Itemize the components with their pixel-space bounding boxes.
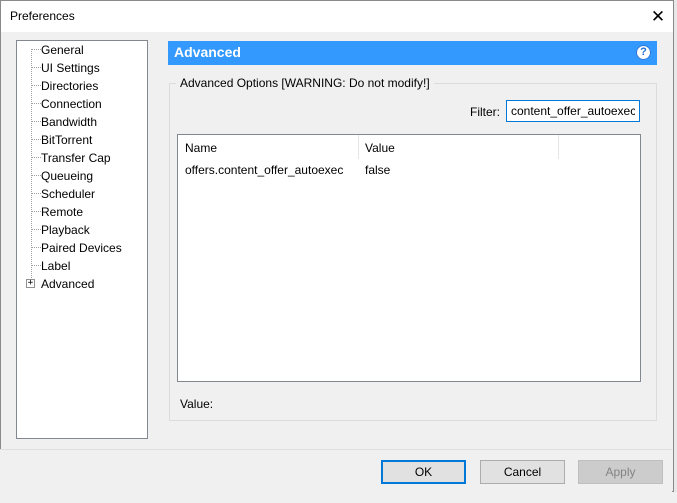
tree-connector [31, 157, 41, 158]
tree-connector [31, 193, 41, 194]
filter-label: Filter: [470, 105, 500, 119]
tree-connector [31, 85, 41, 86]
table-row[interactable]: offers.content_offer_autoexec false [178, 159, 640, 179]
tree-item-remote[interactable]: Remote [41, 203, 83, 221]
tree-connector [31, 175, 41, 176]
tree-connector [31, 247, 41, 248]
panel-title: Advanced [174, 44, 241, 60]
tree-item-playback[interactable]: Playback [41, 221, 90, 239]
column-separator[interactable] [558, 135, 559, 159]
apply-button[interactable]: Apply [578, 460, 663, 484]
tree-item-queueing[interactable]: Queueing [41, 167, 93, 185]
column-separator[interactable] [358, 135, 359, 159]
preferences-tree[interactable]: General UI Settings Directories Connecti… [16, 40, 148, 439]
tree-connector [31, 67, 41, 68]
group-label: Advanced Options [WARNING: Do not modify… [176, 76, 434, 90]
tree-item-paired-devices[interactable]: Paired Devices [41, 239, 122, 257]
tree-connector [31, 49, 41, 50]
value-label: Value: [180, 397, 214, 411]
column-header-value[interactable]: Value [365, 141, 395, 159]
tree-item-advanced[interactable]: Advanced [41, 275, 94, 293]
dialog-footer [0, 449, 672, 492]
tree-connector [31, 265, 41, 266]
tree-item-ui-settings[interactable]: UI Settings [41, 59, 100, 77]
tree-connector [31, 139, 41, 140]
cancel-button[interactable]: Cancel [480, 460, 565, 484]
tree-item-transfer-cap[interactable]: Transfer Cap [41, 149, 111, 167]
window-title: Preferences [10, 9, 75, 23]
close-icon: ✕ [650, 6, 666, 26]
plus-expander-icon[interactable]: + [26, 279, 35, 288]
row-value-cell: false [365, 163, 391, 177]
tree-item-bandwidth[interactable]: Bandwidth [41, 113, 97, 131]
panel-header: Advanced ? [168, 41, 657, 65]
help-icon[interactable]: ? [636, 45, 651, 60]
tree-item-directories[interactable]: Directories [41, 77, 98, 95]
tree-connector [31, 103, 41, 104]
ok-button[interactable]: OK [381, 460, 466, 484]
tree-item-bittorrent[interactable]: BitTorrent [41, 131, 92, 149]
tree-item-scheduler[interactable]: Scheduler [41, 185, 95, 203]
tree-connector [31, 121, 41, 122]
tree-connector [31, 211, 41, 212]
title-bar: Preferences ✕ [1, 1, 673, 32]
background-app-bottom-strip [0, 492, 677, 503]
tree-item-label[interactable]: Label [41, 257, 70, 275]
filter-input[interactable] [506, 100, 640, 122]
tree-item-connection[interactable]: Connection [41, 95, 102, 113]
column-header-name[interactable]: Name [185, 141, 217, 159]
options-list[interactable]: Name Value offers.content_offer_autoexec… [177, 134, 641, 382]
row-name-cell: offers.content_offer_autoexec [185, 163, 344, 177]
tree-item-general[interactable]: General [41, 41, 84, 59]
close-button[interactable]: ✕ [643, 1, 673, 32]
tree-connector [31, 229, 41, 230]
